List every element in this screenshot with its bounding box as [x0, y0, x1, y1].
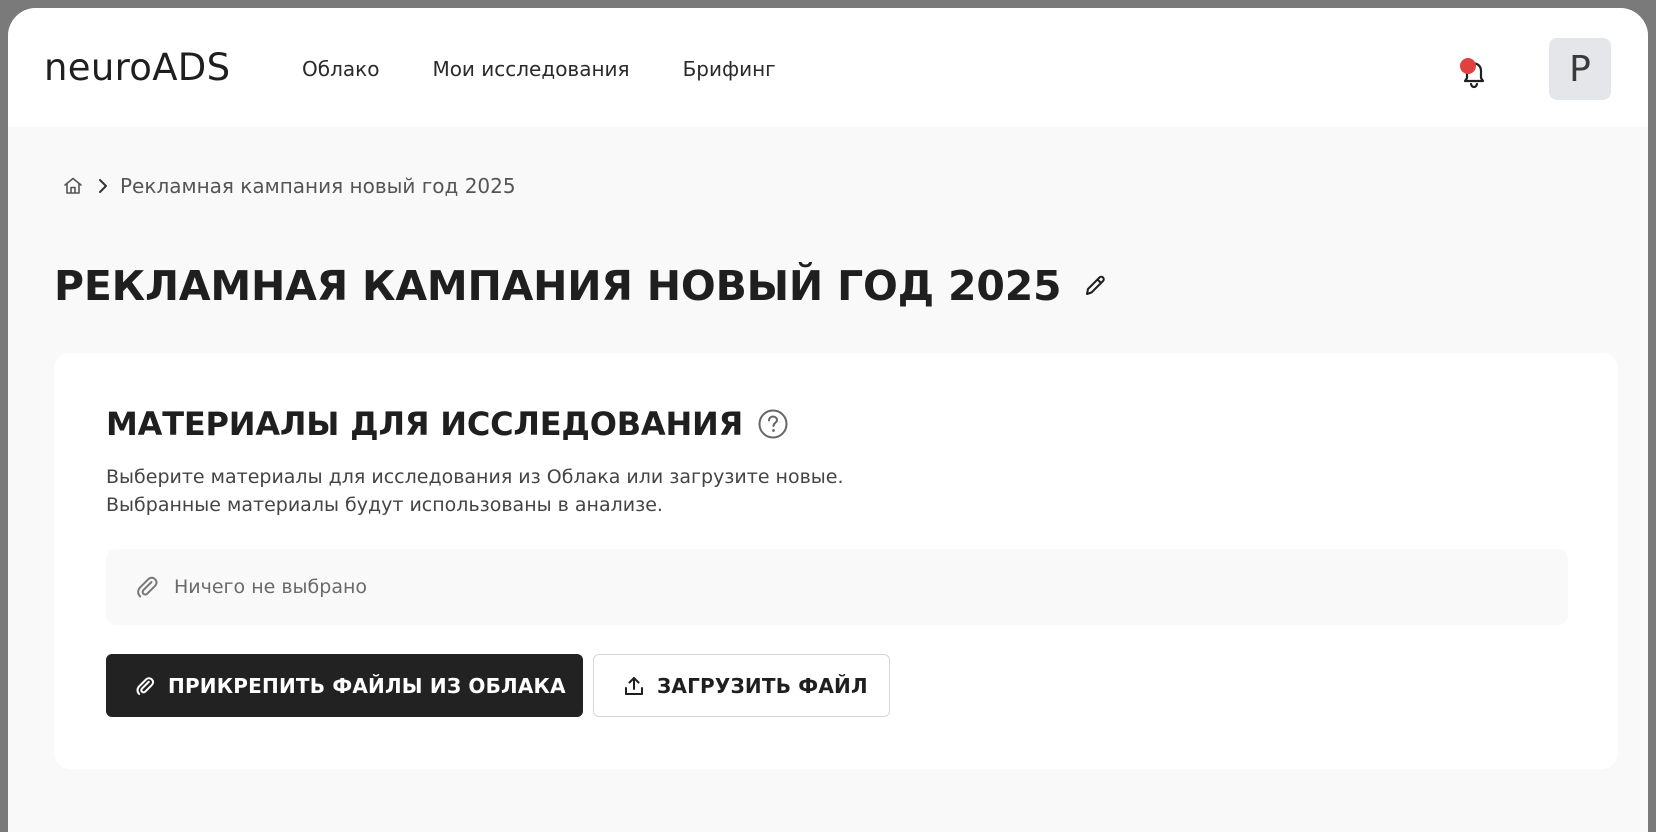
- breadcrumb: Рекламная кампания новый год 2025: [62, 174, 516, 198]
- chevron-right-icon: [94, 177, 112, 195]
- files-placeholder: Ничего не выбрано: [174, 576, 368, 598]
- pencil-icon[interactable]: [1081, 272, 1109, 300]
- help-circle-icon[interactable]: [757, 408, 789, 440]
- top-header: neuroADS Облако Мои исследования Брифинг…: [8, 8, 1648, 127]
- description-line-1: Выберите материалы для исследования из О…: [106, 466, 844, 488]
- main-nav: Облако Мои исследования Брифинг: [302, 57, 829, 81]
- selected-files-field[interactable]: Ничего не выбрано: [106, 549, 1568, 625]
- upload-icon: [623, 675, 645, 697]
- page-title: РЕКЛАМНАЯ КАМПАНИЯ НОВЫЙ ГОД 2025: [54, 262, 1062, 310]
- materials-title-row: МАТЕРИАЛЫ ДЛЯ ИССЛЕДОВАНИЯ: [106, 405, 789, 443]
- nav-item-my-research[interactable]: Мои исследования: [432, 57, 629, 81]
- materials-description: Выберите материалы для исследования из О…: [106, 463, 844, 519]
- attach-from-cloud-button[interactable]: ПРИКРЕПИТЬ ФАЙЛЫ ИЗ ОБЛАКА: [106, 654, 583, 717]
- upload-button-label: ЗАГРУЗИТЬ ФАЙЛ: [657, 673, 868, 698]
- avatar[interactable]: P: [1549, 38, 1611, 100]
- app-window: neuroADS Облако Мои исследования Брифинг…: [0, 0, 1656, 832]
- nav-item-briefing[interactable]: Брифинг: [683, 57, 776, 81]
- home-icon[interactable]: [62, 175, 84, 197]
- upload-file-button[interactable]: ЗАГРУЗИТЬ ФАЙЛ: [593, 654, 890, 717]
- description-line-2: Выбранные материалы будут использованы в…: [106, 494, 663, 516]
- paperclip-icon: [134, 574, 160, 600]
- attach-button-label: ПРИКРЕПИТЬ ФАЙЛЫ ИЗ ОБЛАКА: [168, 673, 566, 698]
- materials-title: МАТЕРИАЛЫ ДЛЯ ИССЛЕДОВАНИЯ: [106, 405, 744, 443]
- logo[interactable]: neuroADS: [44, 46, 230, 89]
- nav-item-cloud[interactable]: Облако: [302, 57, 379, 81]
- page-title-row: РЕКЛАМНАЯ КАМПАНИЯ НОВЫЙ ГОД 2025: [54, 262, 1109, 310]
- paperclip-icon: [134, 675, 156, 697]
- materials-card: МАТЕРИАЛЫ ДЛЯ ИССЛЕДОВАНИЯ Выберите мате…: [54, 353, 1618, 769]
- notification-dot: [1460, 58, 1476, 74]
- breadcrumb-current: Рекламная кампания новый год 2025: [120, 174, 516, 198]
